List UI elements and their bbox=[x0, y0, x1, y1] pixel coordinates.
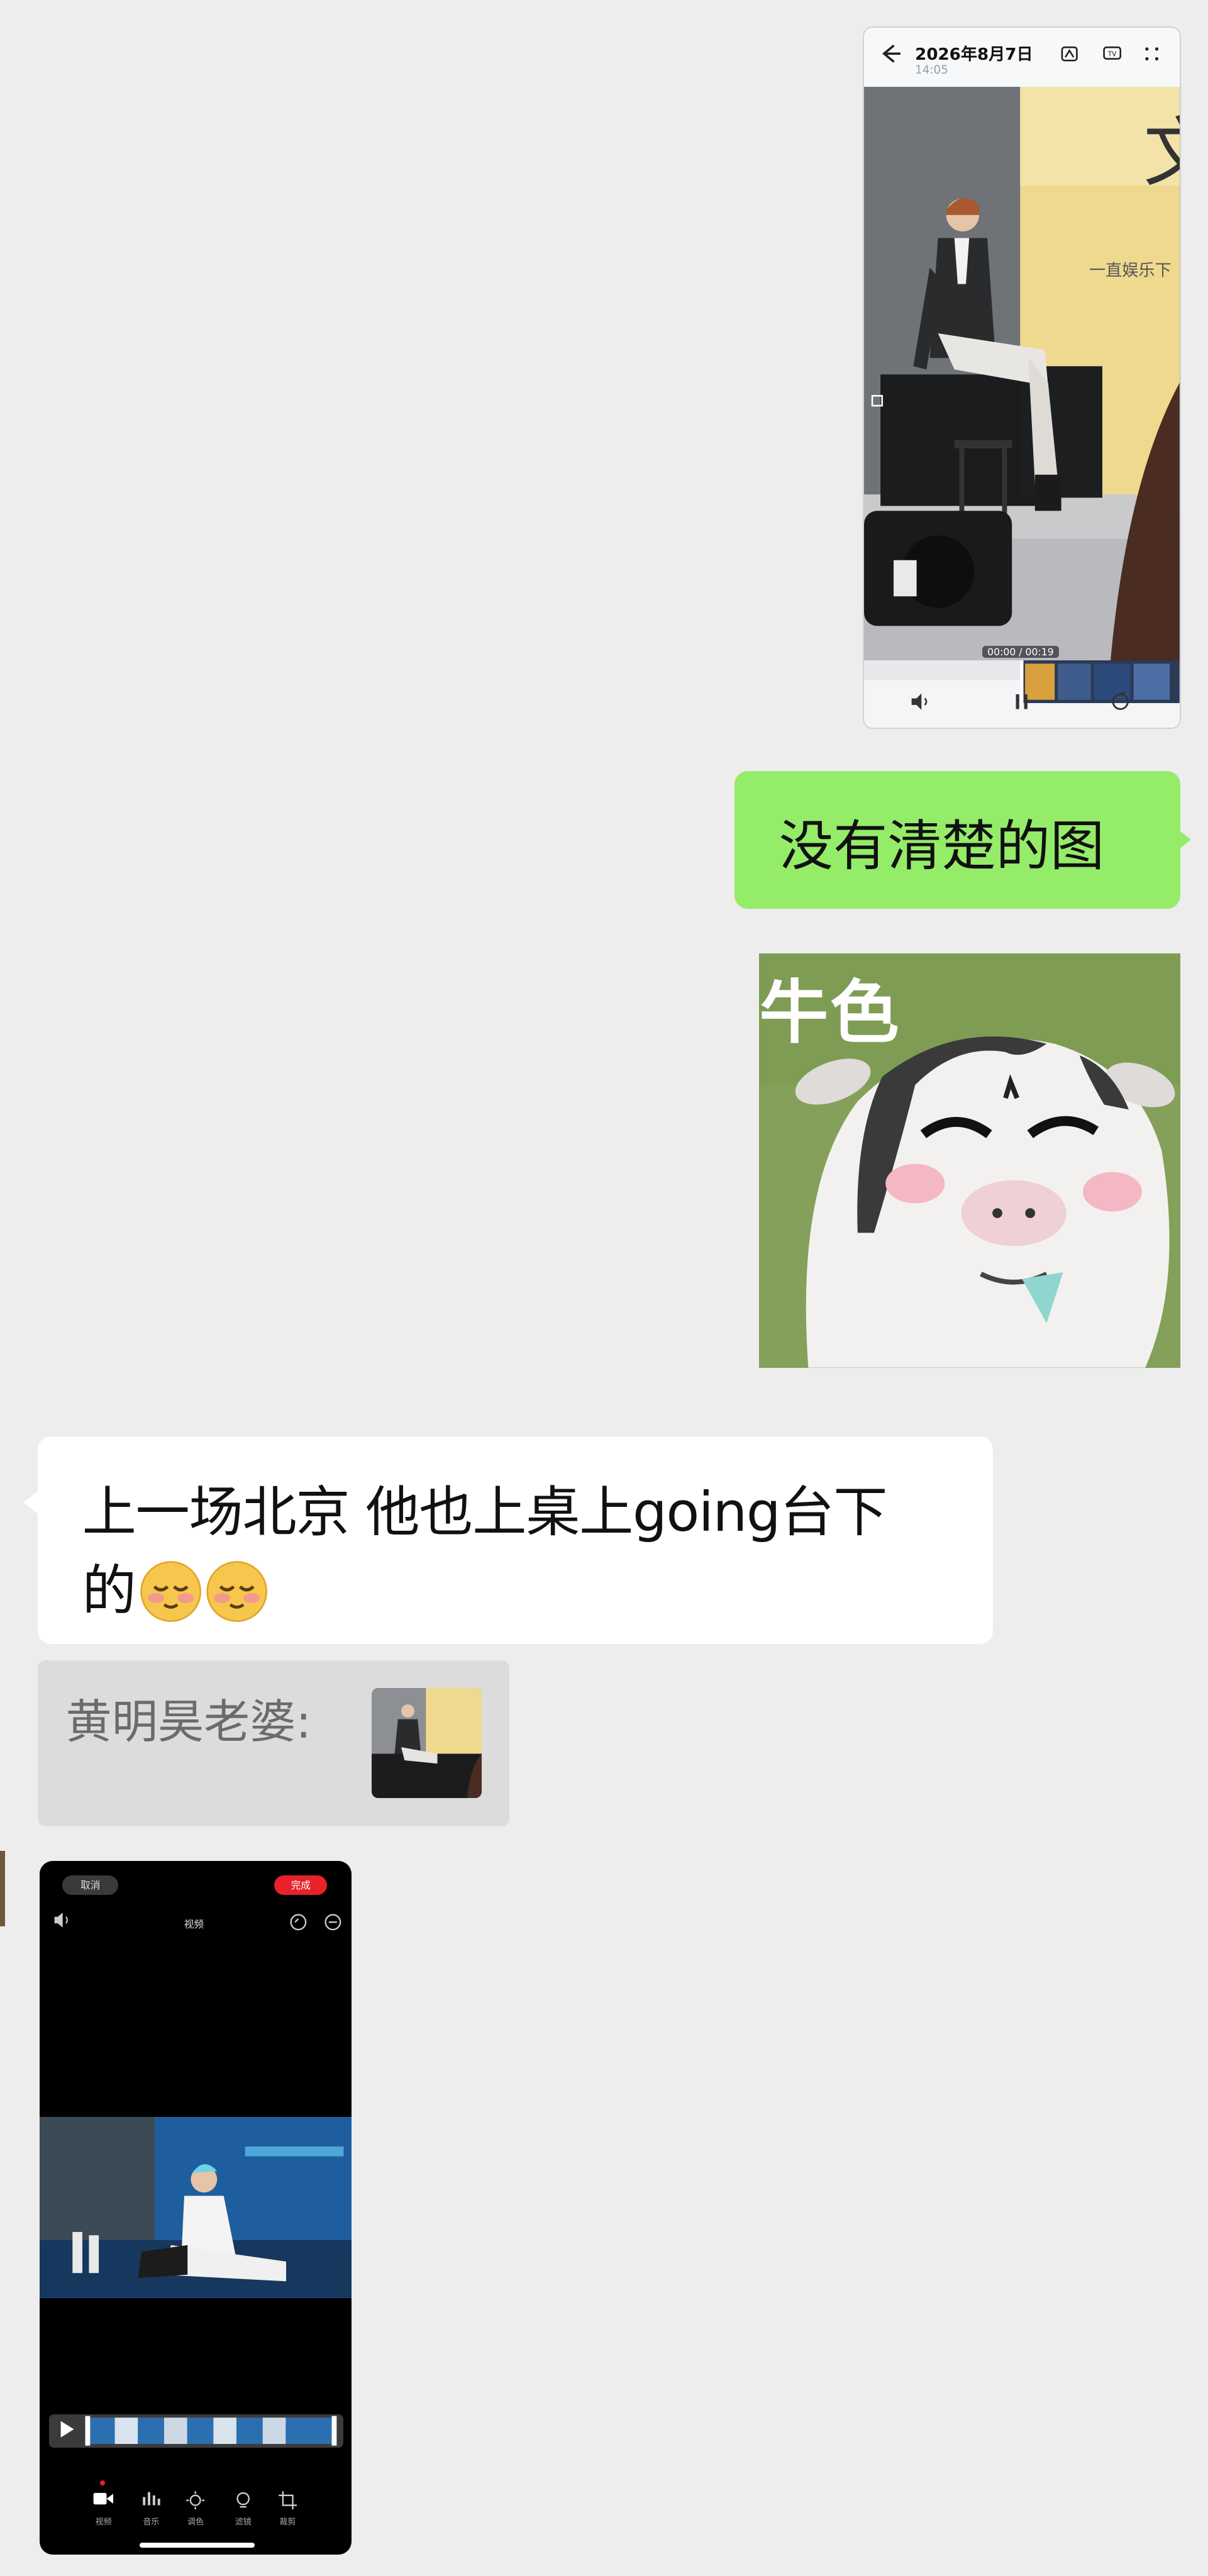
sticker-caption: 牛色 bbox=[759, 972, 901, 1053]
cow-sticker[interactable]: 牛色 bbox=[759, 953, 1180, 1368]
video-icon[interactable] bbox=[86, 2490, 121, 2511]
video-time: 14:05 bbox=[915, 64, 948, 77]
svg-text:TV: TV bbox=[1107, 51, 1117, 58]
volume-icon[interactable] bbox=[910, 692, 933, 716]
svg-text:文: 文 bbox=[1143, 109, 1179, 197]
backdrop-text: 一直娱乐下 bbox=[1089, 261, 1172, 280]
outgoing-bubble-tail bbox=[1177, 828, 1191, 852]
incoming-bubble-tail bbox=[23, 1491, 38, 1514]
editor-done-button[interactable]: 完成 bbox=[274, 1875, 328, 1896]
quote-author-label: 黄明昊老婆: bbox=[65, 1695, 312, 1749]
more-icon[interactable] bbox=[1140, 44, 1163, 67]
chat-screen: 2026年8月7日 14:05 TV 文 一直娱乐下 bbox=[0, 0, 1208, 2576]
quote-thumbnail[interactable] bbox=[371, 1688, 482, 1799]
incoming-message-line2: 的 bbox=[82, 1546, 268, 1625]
tool-label-audio: 音乐 bbox=[143, 2517, 160, 2527]
blushing-face-emoji bbox=[140, 1561, 202, 1622]
active-tool-dot bbox=[100, 2480, 106, 2485]
undo-icon[interactable] bbox=[289, 1913, 308, 1935]
adjacent-image-edge bbox=[0, 1850, 5, 1927]
crop-icon[interactable] bbox=[270, 2490, 306, 2514]
incoming-message-line2-text: 的 bbox=[82, 1560, 136, 1623]
video-timecode: 00:00 / 00:19 bbox=[982, 645, 1059, 658]
video-screenshot-message[interactable]: 2026年8月7日 14:05 TV 文 一直娱乐下 bbox=[863, 26, 1181, 730]
incoming-message-line1: 上一场北京 他也上桌上going台下 bbox=[82, 1480, 888, 1544]
edit-icon[interactable] bbox=[1058, 44, 1082, 67]
adjust-icon[interactable] bbox=[177, 2490, 213, 2514]
home-indicator bbox=[140, 2543, 255, 2548]
redo-icon[interactable] bbox=[324, 1913, 342, 1935]
editor-video-preview[interactable] bbox=[39, 2117, 352, 2298]
rotate-icon[interactable] bbox=[1111, 691, 1130, 716]
tool-label-adjust: 调色 bbox=[187, 2517, 204, 2527]
arrow-left-icon[interactable] bbox=[879, 42, 902, 72]
tool-label-crop: 裁剪 bbox=[279, 2517, 296, 2527]
pause-icon[interactable] bbox=[1012, 692, 1031, 716]
blushing-face-emoji bbox=[206, 1561, 267, 1622]
play-icon[interactable] bbox=[59, 2419, 75, 2443]
editor-cancel-button[interactable]: 取消 bbox=[62, 1875, 119, 1896]
tool-label-video: 视频 bbox=[95, 2517, 112, 2527]
tv-cast-icon[interactable]: TV bbox=[1100, 44, 1124, 67]
editor-timeline[interactable] bbox=[49, 2414, 344, 2448]
editor-title: 视频 bbox=[184, 1918, 204, 1931]
video-frame[interactable]: 文 一直娱乐下 bbox=[864, 86, 1180, 661]
filter-icon[interactable] bbox=[225, 2490, 261, 2514]
tool-label-filter: 滤镜 bbox=[235, 2517, 252, 2527]
video-date: 2026年8月7日 bbox=[915, 45, 1033, 64]
audio-icon[interactable] bbox=[133, 2490, 169, 2511]
volume-icon[interactable] bbox=[53, 1912, 72, 1932]
outgoing-message-text: 没有清楚的图 bbox=[779, 815, 1105, 879]
